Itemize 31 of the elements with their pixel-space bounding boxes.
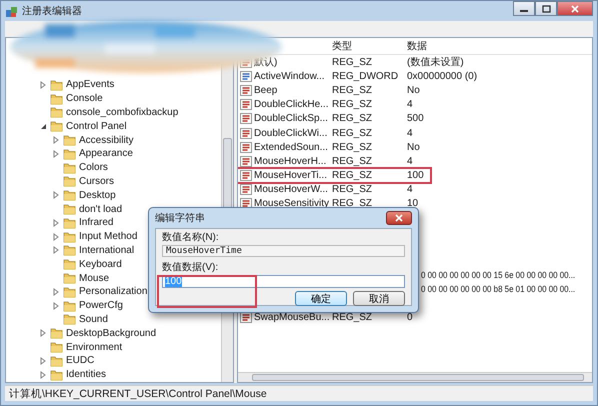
value-type: REG_SZ bbox=[332, 56, 374, 68]
value-data: No bbox=[407, 142, 420, 153]
value-data: 4 bbox=[407, 184, 413, 196]
value-type: REG_SZ bbox=[332, 170, 374, 182]
value-data: 500 bbox=[407, 113, 424, 124]
value-type: REG_SZ bbox=[332, 312, 374, 324]
value-type: REG_SZ bbox=[332, 84, 374, 96]
value-data: (数值未设置) bbox=[407, 56, 464, 70]
value-data: 100 bbox=[407, 170, 424, 182]
value-data: 4 bbox=[407, 128, 413, 139]
value-data: 0 00 00 00 00 00 00 15 6e 00 00 00 00 00... bbox=[421, 270, 576, 280]
value-data-label: 数值数据(V): bbox=[162, 262, 220, 274]
value-type: REG_DWORD bbox=[332, 70, 400, 82]
value-type: REG_SZ bbox=[332, 156, 374, 167]
status-bar: 计算机\HKEY_CURRENT_USER\Control Panel\Mouse bbox=[5, 385, 593, 401]
value-type: REG_SZ bbox=[332, 99, 374, 110]
value-data: 0 bbox=[407, 312, 413, 324]
value-type: REG_SZ bbox=[332, 198, 374, 210]
value-data: 4 bbox=[407, 156, 413, 167]
value-data: 0 00 00 00 00 00 00 b8 5e 01 00 00 00 00... bbox=[421, 284, 576, 294]
dialog-title: 编辑字符串 bbox=[155, 212, 205, 225]
value-data: No bbox=[407, 84, 420, 96]
window-title: 注册表编辑器 bbox=[22, 4, 82, 18]
value-data: 4 bbox=[407, 99, 413, 110]
value-data: 0x00000000 (0) bbox=[407, 70, 478, 82]
value-type: REG_SZ bbox=[332, 113, 374, 124]
value-type: REG_SZ bbox=[332, 142, 374, 153]
value-name-label: 数值名称(N): bbox=[162, 232, 220, 244]
value-data: 10 bbox=[407, 198, 418, 210]
value-type: REG_SZ bbox=[332, 184, 374, 196]
value-type: REG_SZ bbox=[332, 128, 374, 139]
